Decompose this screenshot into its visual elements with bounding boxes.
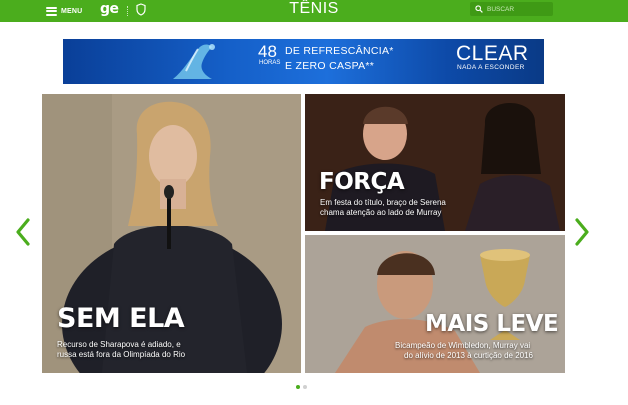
ad-line-1: DE REFRESCÂNCIA*: [285, 45, 394, 57]
card-subtitle: do alívio de 2013 à curtição de 2016: [404, 351, 533, 360]
ad-unit: HORAS: [259, 60, 281, 66]
card-headline: MAIS LEVE: [425, 311, 559, 337]
carousel-card-serena-murray[interactable]: FORÇA Em festa do título, braço de Seren…: [305, 94, 565, 231]
search-icon: [475, 5, 483, 13]
card-subtitle: russa está fora da Olimpíada do Rio: [57, 350, 186, 359]
ad-number: 48: [258, 42, 277, 61]
pagination-dot[interactable]: [303, 385, 307, 389]
pagination-dot-active[interactable]: [296, 385, 300, 389]
prev-arrow-icon[interactable]: [15, 218, 31, 246]
next-arrow-icon[interactable]: [574, 218, 590, 246]
ad-brand: CLEAR: [456, 42, 529, 65]
ad-tagline: NADA A ESCONDER: [457, 64, 525, 71]
card-headline: FORÇA: [319, 169, 405, 195]
search-box[interactable]: [470, 2, 553, 16]
carousel-pagination: [296, 385, 307, 389]
card-headline: SEM ELA: [57, 303, 185, 334]
card-subtitle: Em festa do título, braço de Serena: [320, 198, 446, 207]
top-bar: MENU ge TÊNIS: [0, 0, 628, 22]
swimmer-illustration: [173, 44, 215, 79]
card-subtitle: Bicampeão de Wimbledon, Murray vai: [395, 341, 531, 350]
carousel-card-murray-trophy[interactable]: MAIS LEVE Bicampeão de Wimbledon, Murray…: [305, 235, 565, 373]
ad-line-2: E ZERO CASPA**: [285, 60, 375, 72]
carousel-card-sharapova[interactable]: SEM ELA Recurso de Sharapova é adiado, e…: [42, 94, 301, 373]
search-input[interactable]: [487, 5, 547, 13]
card-subtitle: Recurso de Sharapova é adiado, e: [57, 340, 181, 349]
ad-banner[interactable]: 48 HORAS DE REFRESCÂNCIA* E ZERO CASPA**…: [63, 39, 544, 84]
card-subtitle: chama atenção ao lado de Murray: [320, 208, 442, 217]
